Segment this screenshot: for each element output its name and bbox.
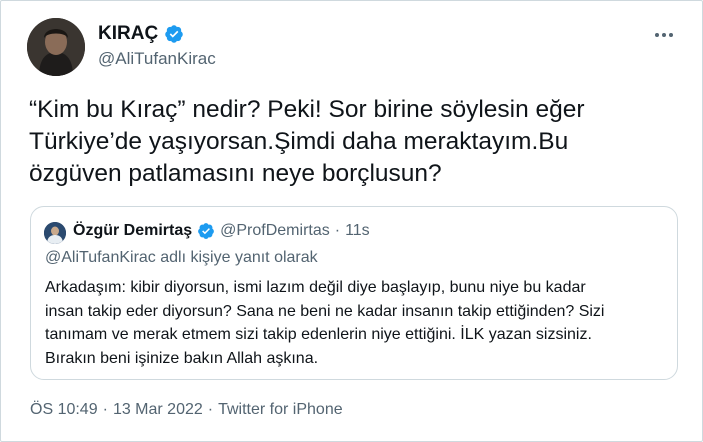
quoted-author-name[interactable]: Özgür Demirtaş (73, 222, 192, 240)
quoted-tweet[interactable]: Özgür Demirtaş @ProfDemirtas · 11s @AliT… (30, 206, 678, 380)
tweet-source[interactable]: Twitter for iPhone (218, 401, 343, 419)
tweet-card: KIRAÇ @AliTufanKirac “Kim bu Kıraç” nedi… (0, 0, 703, 442)
avatar[interactable] (27, 18, 85, 76)
quoted-time[interactable]: 11s (345, 222, 370, 240)
author-name-row: KIRAÇ (98, 23, 184, 45)
separator-dot: · (207, 401, 214, 418)
more-horizontal-icon (662, 33, 666, 37)
tweet-date[interactable]: 13 Mar 2022 (113, 401, 203, 419)
quoted-header: Özgür Demirtaş @ProfDemirtas · 11s (73, 222, 370, 240)
tweet-text: “Kim bu Kıraç” nedir? Peki! Sor birine s… (29, 96, 585, 187)
quoted-author-handle[interactable]: @ProfDemirtas (220, 222, 330, 240)
more-horizontal-icon (669, 33, 673, 37)
tweet-metadata: ÖS 10:49 · 13 Mar 2022 · Twitter for iPh… (30, 401, 343, 419)
verified-badge-icon (165, 25, 183, 43)
author-handle[interactable]: @AliTufanKirac (98, 49, 216, 69)
avatar-image (27, 18, 85, 76)
more-horizontal-icon (655, 33, 659, 37)
quoted-avatar-image (44, 222, 66, 244)
author-name[interactable]: KIRAÇ (98, 23, 158, 45)
verified-badge-icon (198, 223, 215, 239)
quoted-text: Arkadaşım: kibir diyorsun, ismi lazım de… (45, 279, 605, 367)
separator-dot: · (102, 401, 108, 418)
more-options-button[interactable] (652, 23, 676, 47)
quoted-avatar[interactable] (44, 222, 66, 244)
reply-context[interactable]: @AliTufanKirac adlı kişiye yanıt olarak (45, 249, 318, 267)
separator-dot: · (334, 222, 341, 239)
tweet-time[interactable]: ÖS 10:49 (30, 401, 98, 419)
